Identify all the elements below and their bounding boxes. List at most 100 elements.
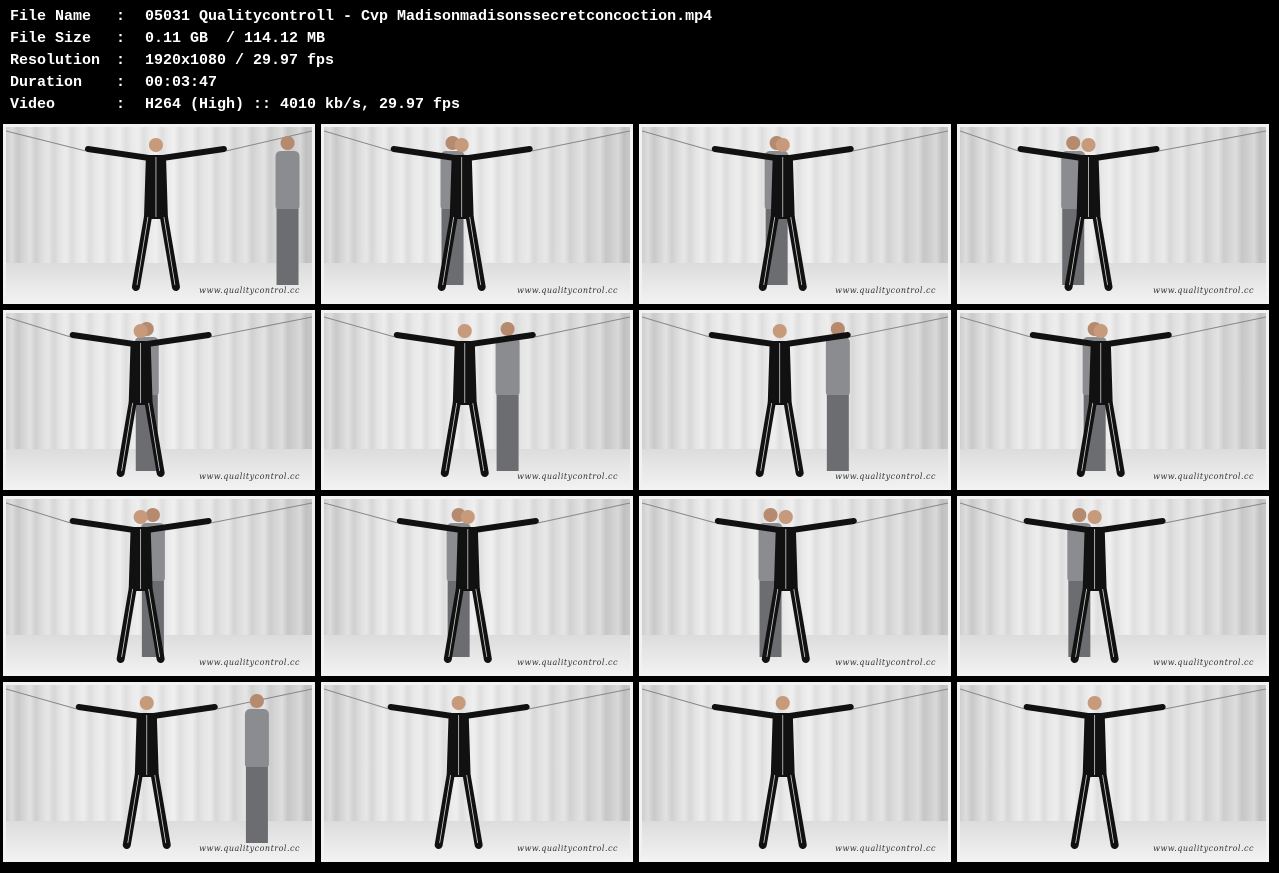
duration-row: Duration : 00:03:47 [10,72,712,94]
main-figure [711,696,854,849]
rope-right [1170,316,1266,338]
scene-figures [642,688,948,849]
file-size-row: File Size : 0.11 GB / 114.12 MB [10,28,712,50]
video-thumbnail: www.qualitycontrol.cc [3,310,315,490]
rope-left [960,316,1031,338]
rope-left [960,688,1025,710]
resolution-label: Resolution [10,52,101,69]
rope-right [528,688,630,710]
rope-right [537,502,630,524]
watermark-text: www.qualitycontrol.cc [199,472,300,481]
file-size-separator: : [116,30,126,47]
rope-left [642,688,713,710]
video-thumbnail: www.qualitycontrol.cc [3,124,315,304]
video-thumbnail: www.qualitycontrol.cc [639,496,951,676]
watermark-text: www.qualitycontrol.cc [517,286,618,295]
scene-figures [960,130,1266,291]
rope-left [6,502,71,524]
rope-left [642,130,713,152]
rope-right [531,130,630,152]
duration-label: Duration [10,74,83,91]
second-person [825,322,850,471]
main-figure [714,510,857,663]
rope-left [324,316,395,338]
video-thumbnail: www.qualitycontrol.cc [639,682,951,862]
watermark-text: www.qualitycontrol.cc [835,472,936,481]
rope-left [6,130,87,152]
video-thumbnail: www.qualitycontrol.cc [957,682,1269,862]
watermark-text: www.qualitycontrol.cc [199,844,300,853]
rope-right [849,316,948,338]
rope-left [6,316,71,338]
video-row: Video : H264 (High) :: 4010 kb/s, 29.97 … [10,94,712,116]
file-size-value: 0.11 GB / 114.12 MB [145,30,326,47]
thumbnail-grid: www.qualitycontrol.cc www.qualitycontrol.… [3,124,1276,870]
file-name-value: 05031 Qualitycontroll - Cvp Madisonmadis… [145,8,713,25]
rope-right [1164,688,1266,710]
scene-figures [324,316,630,477]
scene-figures [324,502,630,663]
scene-figures [324,130,630,291]
rope-right [225,130,312,152]
second-person [244,694,269,843]
rope-left [6,688,77,710]
watermark-text: www.qualitycontrol.cc [199,286,300,295]
main-figure [387,696,530,849]
watermark-text: www.qualitycontrol.cc [517,472,618,481]
main-figure [1023,696,1166,849]
watermark-text: www.qualitycontrol.cc [1153,844,1254,853]
rope-right [216,688,312,710]
main-figure [69,510,212,663]
watermark-text: www.qualitycontrol.cc [835,286,936,295]
duration-value: 00:03:47 [145,74,218,91]
file-name-separator: : [116,8,126,25]
rope-left [960,502,1025,524]
watermark-text: www.qualitycontrol.cc [835,658,936,667]
video-thumbnail: www.qualitycontrol.cc [957,124,1269,304]
rope-right [1164,502,1266,524]
resolution-separator: : [116,52,126,69]
main-figure [1023,510,1166,663]
rope-right [852,130,948,152]
watermark-text: www.qualitycontrol.cc [199,658,300,667]
rope-right [534,316,630,338]
scene-figures [642,130,948,291]
scene-figures [6,316,312,477]
rope-left [642,316,710,338]
scene-figures [6,688,312,849]
watermark-text: www.qualitycontrol.cc [517,844,618,853]
second-person [275,136,300,285]
second-person [495,322,520,471]
resolution-value: 1920x1080 / 29.97 fps [145,52,335,69]
scene-figures [6,130,312,291]
resolution-row: Resolution : 1920x1080 / 29.97 fps [10,50,712,72]
video-thumbnail: www.qualitycontrol.cc [3,682,315,862]
video-thumbnail: www.qualitycontrol.cc [957,496,1269,676]
file-info-header: File Name : 05031 Qualitycontroll - Cvp … [10,6,712,116]
watermark-text: www.qualitycontrol.cc [517,658,618,667]
video-thumbnail: www.qualitycontrol.cc [639,124,951,304]
rope-left [324,688,389,710]
scene-figures [642,502,948,663]
rope-right [855,502,948,524]
video-value: H264 (High) :: 4010 kb/s, 29.97 fps [145,96,461,113]
rope-right [852,688,948,710]
scene-figures [960,502,1266,663]
watermark-text: www.qualitycontrol.cc [835,844,936,853]
video-thumbnail: www.qualitycontrol.cc [321,124,633,304]
main-figure [1017,138,1160,291]
video-thumbnail: www.qualitycontrol.cc [639,310,951,490]
file-name-row: File Name : 05031 Qualitycontroll - Cvp … [10,6,712,28]
rope-right [1158,130,1266,152]
duration-separator: : [116,74,126,91]
file-name-label: File Name [10,8,92,25]
scene-figures [960,316,1266,477]
rope-right [210,316,312,338]
video-thumbnail: www.qualitycontrol.cc [3,496,315,676]
watermark-text: www.qualitycontrol.cc [1153,472,1254,481]
scene-figures [324,688,630,849]
rope-left [960,130,1019,152]
video-separator: : [116,96,126,113]
video-thumbnail: www.qualitycontrol.cc [321,496,633,676]
video-thumbnail: www.qualitycontrol.cc [321,682,633,862]
